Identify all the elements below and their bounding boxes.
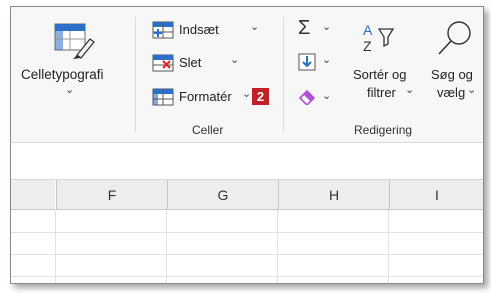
format-button[interactable]: Formatér ⌄ 2 [152,86,277,108]
grid-line [388,210,389,283]
sigma-icon: Σ [298,17,311,39]
column-label: I [435,187,439,203]
sort-filter-button[interactable]: A Z Sortér og filtrer ⌄ [353,19,427,107]
find-select-label-2: vælg [437,85,466,100]
format-label: Formatér [179,89,232,104]
step-badge: 2 [252,88,269,105]
grid-line [166,210,167,283]
eraser-icon [298,87,318,110]
insert-label: Indsæt [179,22,219,37]
divider [135,17,136,132]
svg-text:A: A [363,22,373,38]
grid-line [277,210,278,283]
chevron-down-icon: ⌄ [322,21,332,33]
sort-filter-label-1: Sortér og [353,67,407,82]
formula-bar-area [11,143,483,180]
editing-group-label: Redigering [354,123,413,137]
chevron-down-icon: ⌄ [230,54,240,66]
column-header-h[interactable]: H [278,180,389,210]
column-header-g[interactable]: G [167,180,278,210]
column-label: G [217,187,229,203]
chevron-down-icon: ⌄ [322,90,332,102]
grid-line [11,232,483,233]
column-header-corner [11,180,55,210]
chevron-down-icon: ⌄ [405,84,415,96]
find-select-button[interactable]: Søg og vælg ⌄ [431,19,483,107]
fill-button[interactable]: ⌄ [298,52,338,74]
fill-down-icon [298,53,316,76]
column-label: F [107,187,117,203]
column-label: H [328,187,340,203]
column-header-f[interactable]: F [56,180,167,210]
delete-cells-icon [152,54,174,77]
worksheet-grid[interactable] [11,210,483,283]
cells-group-label: Celler [192,123,224,137]
grid-line [55,210,56,283]
sort-filter-icon: A Z [359,19,399,60]
format-cells-icon [152,88,174,111]
find-select-label-1: Søg og [431,67,473,82]
delete-button[interactable]: Slet ⌄ [152,52,262,74]
divider [283,17,284,132]
insert-button[interactable]: Indsæt ⌄ [152,19,262,41]
delete-label: Slet [179,55,202,70]
chevron-down-icon: ⌄ [322,54,332,66]
chevron-down-icon: ⌄ [250,21,260,33]
cell-styles-label: Celletypografi [21,67,104,82]
cell-styles-icon [53,21,97,66]
cell-styles-button[interactable]: Celletypografi ⌄ [19,19,125,99]
excel-window: Celletypografi ⌄ Indsæt ⌄ Slet ⌄ Formaté… [10,6,484,284]
chevron-down-icon: ⌄ [467,84,477,96]
chevron-down-icon: ⌄ [65,84,75,96]
ribbon: Celletypografi ⌄ Indsæt ⌄ Slet ⌄ Formaté… [11,7,483,143]
clear-button[interactable]: ⌄ [298,86,338,108]
autosum-button[interactable]: Σ ⌄ [298,17,338,41]
column-header-i[interactable]: I [389,180,483,210]
sort-filter-label-2: filtrer [367,85,396,100]
svg-text:Z: Z [363,38,372,54]
chevron-down-icon: ⌄ [242,88,252,100]
insert-cells-icon [152,21,174,44]
grid-line [11,276,483,277]
grid-line [11,254,483,255]
magnifier-icon [433,19,473,62]
